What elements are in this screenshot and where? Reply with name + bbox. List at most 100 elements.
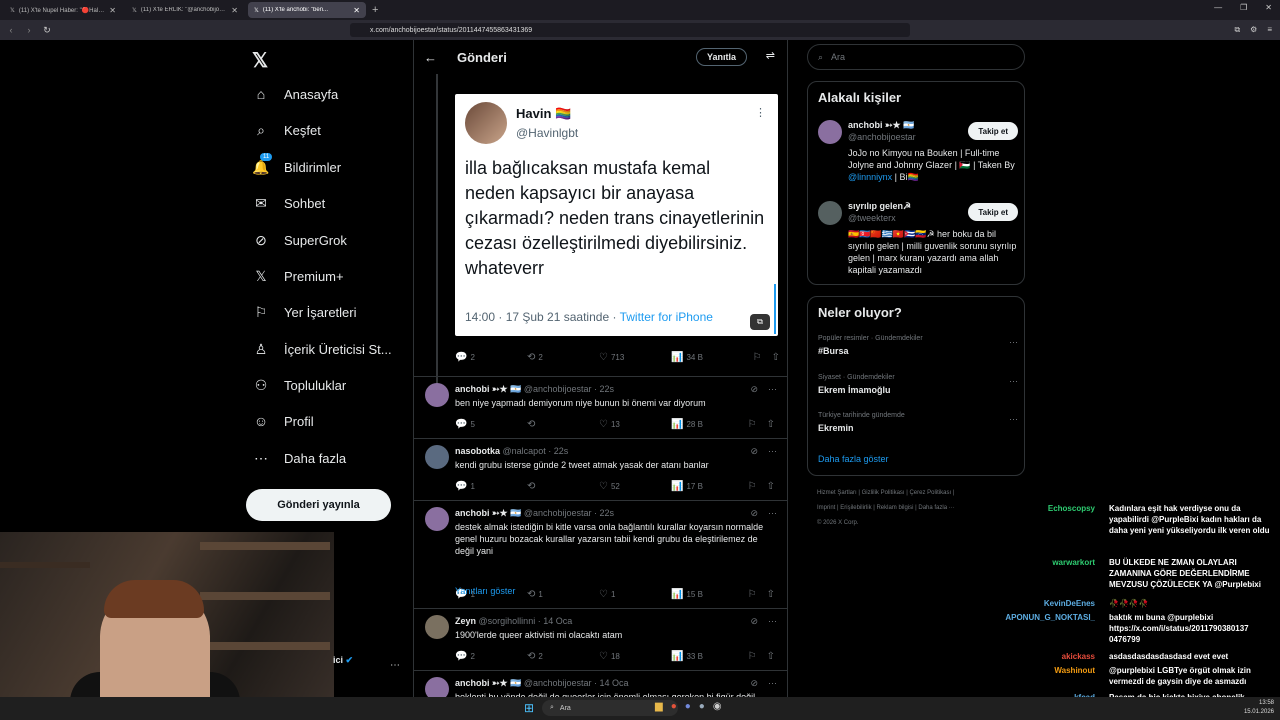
sidebar-item-home[interactable]: ⌂ Anasayfa [252,86,338,102]
browser-icon[interactable]: ● [671,701,677,712]
reply-action[interactable]: 💬 2 [455,651,527,662]
sidebar-item-profile[interactable]: ☺ Profil [252,413,314,429]
views-action[interactable]: 📊 34 B [671,352,743,363]
reply-tweet[interactable]: nasobotka @nalcapot · 22s ⊘ ⋯ kendi grubu i… [414,438,787,500]
sidebar-item-bookmarks[interactable]: ⚐ Yer İşaretleri [252,304,357,321]
reply-author[interactable]: anchobi ➳★ 🇦🇷 @anchobijoestar · 22s [455,508,614,519]
system-tray-clock[interactable]: 13:58 15.01.2026 [1244,699,1274,717]
close-window-icon[interactable]: ✕ [1265,3,1272,12]
grok-icon[interactable]: ⊘ [750,616,758,627]
avatar[interactable] [818,201,842,225]
related-person[interactable]: anchobi ➳★ 🇦🇷 @anchobijoestar JoJo no Kimy… [818,120,1018,198]
reply-author[interactable]: anchobi ➳★ 🇦🇷 @anchobijoestar · 22s [455,384,614,395]
x-logo-icon[interactable]: 𝕏 [252,48,268,73]
share-icon[interactable]: ⇧ [767,651,775,662]
reply-tweet[interactable]: anchobi ➳★ 🇦🇷 @anchobijoestar · 22s ⊘ ⋯ ben… [414,376,787,438]
image-expand-icon[interactable]: ⧉ [750,314,770,330]
related-person[interactable]: sıyrılıp gelen☭ @tweekterx 🇪🇸🇰🇵🇨🇳🇬🇷🇻🇳🇨🇺🇻🇪☭… [818,201,1018,279]
reply-action[interactable]: 💬 1 [455,481,527,492]
repost-action[interactable]: ⟲ 2 [527,352,599,363]
sidebar-item-chat[interactable]: ✉ Sohbet [252,195,325,212]
more-icon[interactable]: ⋯ [768,616,777,627]
menu-icon[interactable]: ≡ [1267,25,1272,35]
share-icon[interactable]: ⇧ [767,589,775,600]
post-button[interactable]: Gönderi yayınla [246,489,391,521]
discord-icon[interactable]: ● [685,701,691,712]
bookmark-icon[interactable]: ⚐ [748,651,757,662]
more-icon[interactable]: ⋯ [768,508,777,519]
like-action[interactable]: ♡ 13 [599,419,671,430]
follow-button[interactable]: Takip et [968,203,1018,221]
sidebar-item-creator[interactable]: ♙ İçerik Üreticisi St... [252,341,392,358]
reply-author[interactable]: Zeyn @sorgihollinni · 14 Oca [455,616,572,626]
maximize-icon[interactable]: ❐ [1240,3,1247,12]
more-icon[interactable]: ⋯ [768,678,777,689]
views-action[interactable]: 📊 33 B [671,651,743,662]
grok-icon[interactable]: ⊘ [750,678,758,689]
views-action[interactable]: 📊 17 B [671,481,743,492]
more-icon[interactable]: ⋯ [768,446,777,457]
sidebar-item-premium[interactable]: 𝕏 Premium+ [252,268,343,285]
browser-tab-2[interactable]: 𝕏(11) X'te ERLIK: "@anchobijoestar 1...✕ [126,2,244,18]
close-tab-icon[interactable]: ✕ [353,6,360,15]
like-action[interactable]: ♡ 713 [599,352,671,363]
reply-author[interactable]: anchobi ➳★ 🇦🇷 @anchobijoestar · 14 Oca [455,678,629,689]
embedded-tweet-image[interactable]: Havin 🏳️‍🌈 @Havinlgbt ⋮ illa bağlıcaksan… [455,94,778,336]
trend-item[interactable]: Türkiye tarihinde gündemde Ekremin ⋯ [818,412,1018,433]
folder-icon[interactable]: ▆ [655,701,663,712]
bookmark-icon[interactable]: ⚐ [748,419,757,430]
url-field[interactable]: x.com/anchobijoestar/status/201144745586… [350,23,910,37]
account-more-icon[interactable]: ⋯ [390,660,400,671]
grok-icon[interactable]: ⊘ [750,384,758,395]
show-replies-link[interactable]: Yanıtları göster [455,586,515,596]
like-action[interactable]: ♡ 18 [599,651,671,662]
share-icon[interactable]: ⇧ [772,352,780,363]
views-action[interactable]: 📊 28 B [671,419,743,430]
sidebar-item-more[interactable]: ⋯ Daha fazla [252,450,346,467]
bookmark-icon[interactable]: ⚐ [748,481,757,492]
reload-icon[interactable]: ↻ [40,25,54,36]
grok-icon[interactable]: ⊘ [750,446,758,457]
close-tab-icon[interactable]: ✕ [231,6,238,15]
more-icon[interactable]: ⋯ [768,384,777,395]
back-arrow-icon[interactable]: ← [424,50,437,65]
search-input[interactable]: ⌕ Ara [807,44,1025,70]
footer-line[interactable]: Hizmet Şartları | Gizlilik Politikası | … [817,486,1027,501]
reply-author[interactable]: nasobotka @nalcapot · 22s [455,446,568,456]
sidebar-item-explore[interactable]: ⌕ Keşfet [252,122,321,139]
avatar[interactable] [425,507,449,531]
more-icon[interactable]: ⋯ [1009,414,1018,425]
share-icon[interactable]: ⇧ [767,481,775,492]
repost-action[interactable]: ⟲ 1 [527,589,599,600]
trend-item[interactable]: Popüler resimler · Gündemdekiler #Bursa ⋯ [818,335,1018,356]
bio-mention[interactable]: @linnniynx [848,172,892,182]
repost-action[interactable]: ⟲ 2 [527,651,599,662]
grok-icon[interactable]: ⊘ [750,508,758,519]
sidebar-item-notifications[interactable]: 🔔 11 Bildirimler [252,153,341,176]
bookmark-icon[interactable]: ⚐ [753,352,762,363]
like-action[interactable]: ♡ 52 [599,481,671,492]
avatar[interactable] [818,120,842,144]
new-tab-button[interactable]: + [372,4,378,16]
avatar[interactable] [425,445,449,469]
reply-button[interactable]: Yanıtla [695,48,747,66]
follow-button[interactable]: Takip et [968,122,1018,140]
repost-action[interactable]: ⟲ [527,419,599,430]
reply-action[interactable]: 💬 2 [455,352,527,363]
repost-action[interactable]: ⟲ [527,481,599,492]
like-action[interactable]: ♡ 1 [599,589,671,600]
steam-icon[interactable]: ● [699,701,705,712]
forward-icon[interactable]: › [22,25,36,35]
close-tab-icon[interactable]: ✕ [109,6,116,15]
browser-tab-3[interactable]: 𝕏 (11) X'te anchobi: "ben... ✕ [248,2,366,18]
obs-icon[interactable]: ◉ [713,701,722,712]
views-action[interactable]: 📊 15 B [671,589,743,600]
trend-item[interactable]: Siyaset · Gündemdekiler Ekrem İmamoğlu ⋯ [818,374,1018,395]
share-icon[interactable]: ⇧ [767,419,775,430]
extension-icon[interactable]: ⧉ [1234,25,1240,35]
minimize-icon[interactable]: — [1214,3,1222,12]
back-icon[interactable]: ‹ [4,25,18,35]
sidebar-item-supergrok[interactable]: ⊘ SuperGrok [252,232,347,249]
settings-icon[interactable]: ⚙ [1250,25,1257,35]
windows-start-icon[interactable]: ⊞ [524,702,536,714]
